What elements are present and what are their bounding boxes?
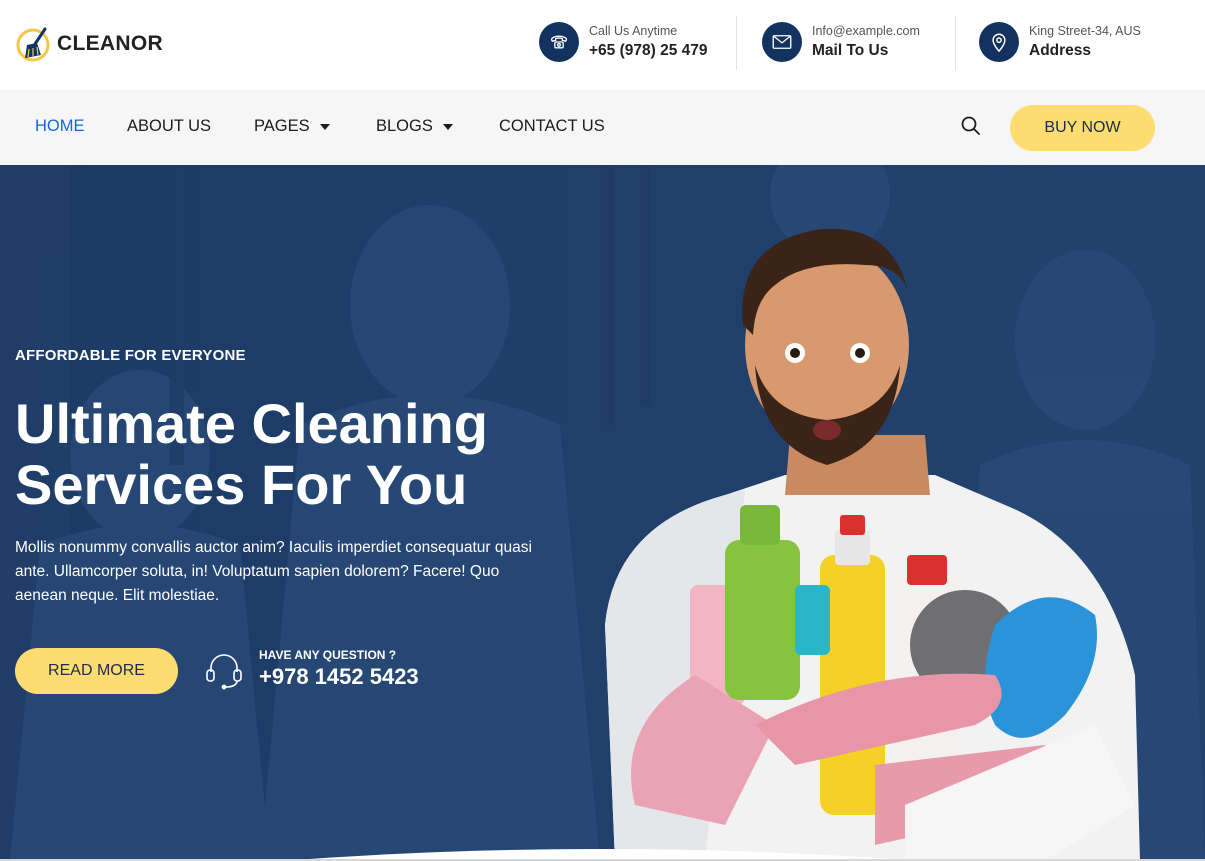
divider (736, 16, 737, 70)
contact-mail-value: Mail To Us (812, 42, 889, 59)
top-header: CLEANOR Call Us Anytime +65 (978) 25 479… (0, 0, 1205, 90)
hero-bottom-curve (0, 849, 1205, 861)
headset-icon (203, 648, 245, 690)
nav-blogs[interactable]: BLOGS (376, 117, 453, 136)
question-label: HAVE ANY QUESTION ? (259, 648, 397, 662)
question-phone: +978 1452 5423 (259, 664, 419, 689)
nav-contact-us-label: CONTACT US (499, 117, 605, 135)
broom-logo-icon (15, 25, 53, 63)
hero-headline-line-1: Ultimate Cleaning (15, 392, 488, 455)
nav-about-us[interactable]: ABOUT US (127, 117, 211, 136)
contact-phone[interactable]: Call Us Anytime +65 (978) 25 479 (539, 21, 708, 63)
buy-now-button[interactable]: BUY NOW (1010, 105, 1155, 151)
hero-description: Mollis nonummy convallis auctor anim? Ia… (15, 539, 532, 604)
location-pin-icon (979, 22, 1019, 62)
nav-pages[interactable]: PAGES (254, 117, 330, 136)
phone-icon (539, 22, 579, 62)
brand-name: CLEANOR (57, 32, 163, 55)
nav-home[interactable]: HOME (35, 117, 85, 136)
hero-headline: Ultimate Cleaning Services For You (15, 393, 575, 515)
caret-down-icon (442, 123, 453, 130)
nav-home-label: HOME (35, 117, 85, 135)
logo[interactable]: CLEANOR (15, 25, 163, 63)
divider (955, 16, 956, 70)
nav-about-us-label: ABOUT US (127, 117, 212, 135)
contact-phone-label: Call Us Anytime (589, 24, 678, 38)
nav-pages-label: PAGES (254, 117, 310, 135)
question-contact[interactable]: HAVE ANY QUESTION ? +978 1452 5423 (203, 647, 419, 691)
hero-eyebrow: AFFORDABLE FOR EVERYONE (15, 347, 246, 364)
contact-mail-label: Info@example.com (812, 24, 920, 38)
read-more-button[interactable]: READ MORE (15, 648, 178, 694)
nav-blogs-label: BLOGS (376, 117, 433, 135)
caret-down-icon (319, 123, 330, 130)
nav-contact-us[interactable]: CONTACT US (499, 117, 605, 136)
contact-address-value: Address (1029, 42, 1092, 59)
contact-address-label: King Street-34, AUS (1029, 24, 1141, 38)
contact-mail[interactable]: Info@example.com Mail To Us (762, 21, 920, 63)
hero-headline-line-2: Services For You (15, 453, 468, 516)
contact-phone-value: +65 (978) 25 479 (589, 42, 708, 59)
contact-address[interactable]: King Street-34, AUS Address (979, 21, 1141, 63)
cleaning-man-image (605, 228, 1140, 861)
search-icon[interactable] (960, 115, 982, 137)
mail-icon (762, 22, 802, 62)
hero-section: AFFORDABLE FOR EVERYONE Ultimate Cleanin… (0, 165, 1205, 861)
